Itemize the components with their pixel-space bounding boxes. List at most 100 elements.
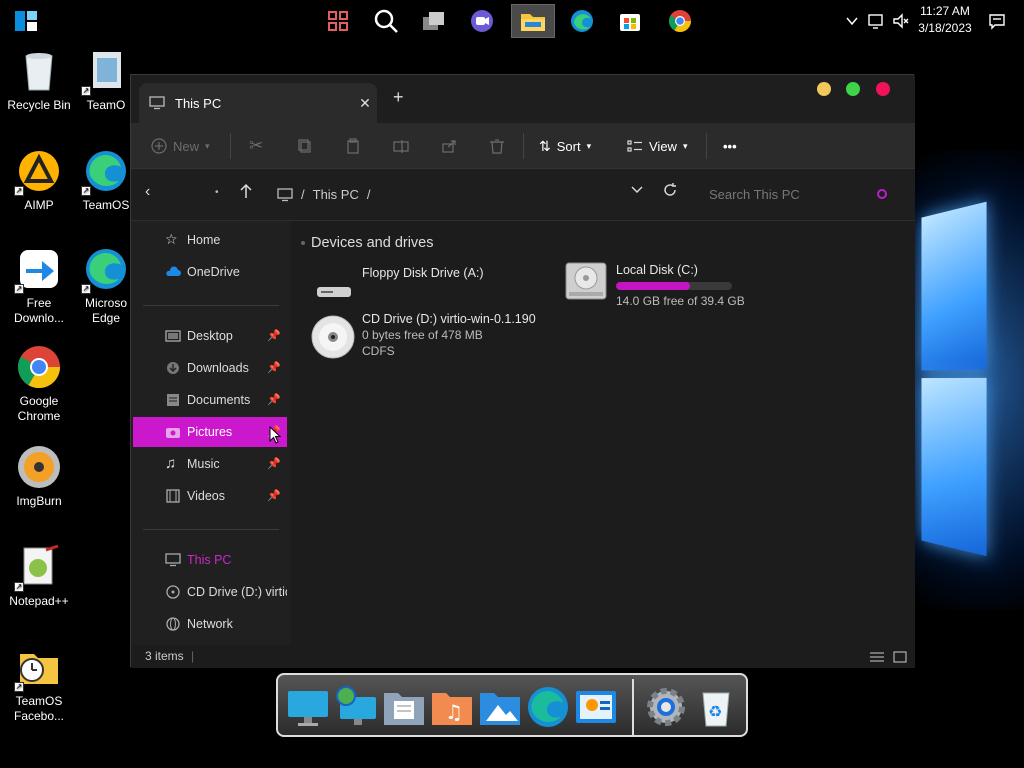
drive-item-cd-drive-d[interactable]: CD Drive (D:) virtio-win-0.1.190 0 bytes… (311, 311, 571, 367)
minimize-button[interactable] (817, 82, 831, 96)
task-view-icon[interactable] (412, 4, 456, 38)
desktop-icon-label: Notepad++ (9, 594, 69, 608)
chrome-icon[interactable] (658, 4, 702, 38)
group-header[interactable]: Devices and drives (311, 235, 434, 251)
widgets-icon[interactable] (316, 4, 360, 38)
folder-clock-icon: ↗ (14, 644, 62, 692)
desktop-icon-microsoft-edge[interactable]: ↗ Microso Edge (78, 246, 134, 326)
sidebar-item-cd-drive[interactable]: CD Drive (D:) virtio- (133, 577, 287, 607)
copy-button[interactable] (297, 133, 313, 159)
sidebar-item-network[interactable]: Network (133, 609, 287, 639)
sidebar-item-desktop[interactable]: Desktop 📌 (133, 321, 287, 351)
cut-button[interactable]: ✂ (249, 133, 263, 159)
up-button[interactable] (239, 183, 253, 204)
settings-gear-icon[interactable] (644, 685, 688, 729)
network-icon[interactable] (334, 685, 378, 729)
music-folder-icon[interactable]: ♫ (430, 685, 474, 729)
refresh-button[interactable] (663, 183, 677, 202)
tiles-view-icon[interactable] (893, 651, 907, 663)
control-panel-icon[interactable] (574, 685, 618, 729)
camera-icon (166, 428, 180, 438)
edge-icon[interactable] (526, 685, 570, 729)
drive-filesystem: CDFS (362, 344, 395, 358)
mouse-cursor-icon (269, 425, 282, 449)
delete-button[interactable] (489, 133, 505, 159)
clock-time: 11:27 AM (920, 4, 970, 18)
more-options-button[interactable]: ••• (723, 133, 737, 159)
sidebar-item-home[interactable]: ☆ Home (133, 225, 287, 255)
breadcrumb-item-this-pc[interactable]: This PC (313, 187, 359, 202)
new-tab-button[interactable]: + (393, 87, 404, 108)
clock[interactable]: 11:27 AM 3/18/2023 (910, 3, 980, 37)
plus-circle-icon (151, 138, 167, 154)
address-history-dropdown[interactable] (631, 185, 643, 197)
sort-arrows-icon: ⇅ (539, 137, 551, 154)
taskbar: 11:27 AM 3/18/2023 (0, 0, 1024, 40)
drive-item-local-disk-c[interactable]: Local Disk (C:) 14.0 GB free of 39.4 GB (563, 259, 813, 309)
tab-this-pc[interactable]: This PC ✕ (139, 83, 377, 123)
sidebar-divider (143, 305, 279, 306)
share-icon (442, 140, 456, 153)
notification-icon[interactable] (984, 4, 1010, 38)
sidebar-item-downloads[interactable]: Downloads 📌 (133, 353, 287, 383)
store-icon[interactable] (608, 4, 652, 38)
network-tray-icon[interactable] (862, 4, 890, 38)
drive-item-floppy[interactable]: Floppy Disk Drive (A:) (311, 265, 541, 303)
desktop-icon-google-chrome[interactable]: Google Chrome (1, 344, 77, 424)
chat-icon[interactable] (460, 4, 504, 38)
desktop-icon-teamos-facebook[interactable]: ↗ TeamOS Facebo... (1, 644, 77, 724)
sidebar-item-this-pc[interactable]: This PC (133, 545, 287, 575)
rename-button[interactable] (393, 133, 409, 159)
maximize-button[interactable] (846, 82, 860, 96)
drive-usage-fill (616, 282, 691, 290)
desktop-icon-label: TeamOS (82, 198, 130, 212)
documents-folder-icon[interactable] (382, 685, 426, 729)
edge-icon[interactable] (560, 4, 604, 38)
svg-text:♻: ♻ (708, 702, 722, 721)
desktop-icon-free-download[interactable]: ↗ Free Downlo... (1, 246, 77, 326)
new-button[interactable]: New ▾ (151, 133, 210, 159)
desktop-icon-notepadpp[interactable]: ↗ Notepad++ (1, 544, 77, 609)
desktop-icon-label: Free Downlo... (13, 296, 65, 325)
start-icon[interactable] (4, 4, 48, 38)
drive-free-space: 0 bytes free of 478 MB (362, 328, 483, 342)
paste-button[interactable] (345, 133, 361, 159)
view-button[interactable]: View ▾ (627, 133, 687, 159)
file-explorer-icon[interactable] (511, 4, 555, 38)
search-box[interactable]: Search This PC (697, 179, 897, 209)
desktop-icon-label: AIMP (24, 198, 54, 212)
breadcrumb[interactable]: / This PC / (277, 187, 370, 202)
tab-title: This PC (175, 95, 222, 111)
desktop-icon-aimp[interactable]: ↗ AIMP (1, 148, 77, 213)
desktop-icon-imgburn[interactable]: ImgBurn (1, 444, 77, 509)
file-list: Devices and drives Floppy Disk Drive (A:… (291, 221, 915, 645)
forward-button[interactable]: • (215, 187, 219, 198)
details-view-icon[interactable] (869, 651, 885, 663)
title-bar[interactable]: This PC ✕ + (131, 75, 915, 123)
search-icon[interactable] (364, 4, 408, 38)
monitor-icon[interactable] (286, 685, 330, 729)
back-button[interactable]: ‹ (145, 183, 150, 201)
sidebar-item-music[interactable]: ♫ Music 📌 (133, 449, 287, 479)
tab-close-button[interactable]: ✕ (353, 95, 377, 112)
sort-button[interactable]: ⇅ Sort ▾ (539, 133, 591, 159)
desktop-icon-teamos[interactable]: ↗ TeamO (78, 48, 134, 113)
group-collapse-icon[interactable] (301, 241, 305, 245)
search-input[interactable]: Search This PC (709, 187, 800, 202)
sidebar-item-documents[interactable]: Documents 📌 (133, 385, 287, 415)
pin-icon: 📌 (267, 330, 281, 342)
download-icon (167, 362, 179, 374)
desktop-icon-recycle-bin[interactable]: Recycle Bin (1, 48, 77, 113)
sidebar-item-pictures[interactable]: Pictures 📌 (133, 417, 287, 447)
share-button[interactable] (441, 133, 457, 159)
sidebar-item-videos[interactable]: Videos 📌 (133, 481, 287, 511)
sidebar-item-onedrive[interactable]: OneDrive (133, 257, 287, 287)
recycle-bin-icon[interactable]: ♻ (694, 685, 738, 729)
drive-usage-bar (616, 282, 732, 290)
drive-name: Local Disk (C:) (616, 263, 698, 277)
pictures-folder-icon[interactable] (478, 685, 522, 729)
pin-icon: 📌 (267, 458, 281, 470)
drive-name: Floppy Disk Drive (A:) (362, 266, 484, 280)
desktop-icon-teamos-edge[interactable]: ↗ TeamOS (78, 148, 134, 213)
close-button[interactable] (876, 82, 890, 96)
